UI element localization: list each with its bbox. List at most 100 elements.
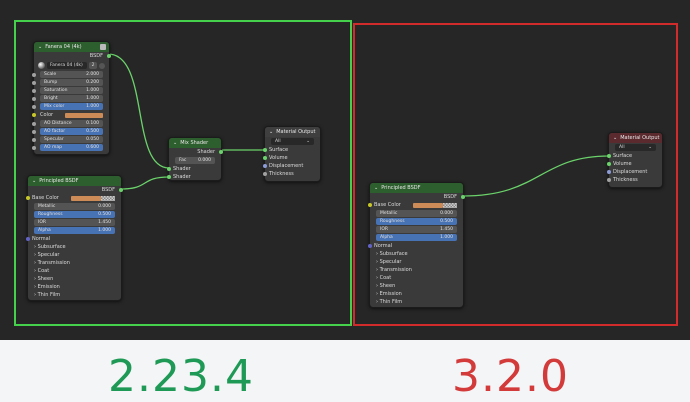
input-surface[interactable]: Surface xyxy=(607,152,662,160)
input-base-color[interactable]: Base Color xyxy=(368,201,463,209)
socket-ao-factor[interactable] xyxy=(32,129,36,134)
socket-bsdf-out[interactable] xyxy=(461,195,465,199)
input-bump[interactable]: Bump 0.200 xyxy=(32,79,103,86)
input-ior[interactable]: IOR 1.450 xyxy=(34,219,115,226)
socket-bump[interactable] xyxy=(32,80,36,85)
panel-thin-film[interactable]: › Thin Film xyxy=(370,298,463,306)
principled-bsdf-node-right[interactable]: ⌄ Principled BSDF BSDF Base Color Metalli… xyxy=(368,182,465,308)
input-ao-map[interactable]: AO map 0.600 xyxy=(32,144,103,151)
socket-thickness[interactable] xyxy=(263,172,267,176)
socket-shader-1[interactable] xyxy=(167,167,171,171)
socket-normal[interactable] xyxy=(26,237,30,241)
input-alpha[interactable]: Alpha 1.000 xyxy=(34,227,115,234)
socket-normal[interactable] xyxy=(368,244,372,248)
input-volume[interactable]: Volume xyxy=(607,160,662,168)
target-select[interactable]: All ⌄ xyxy=(615,144,656,151)
chevron-down-icon[interactable]: ⌄ xyxy=(269,127,273,137)
panel-sheen[interactable]: › Sheen xyxy=(370,282,463,290)
fake-user-icon[interactable] xyxy=(99,62,105,69)
input-ao-distance[interactable]: AO Distance 0.100 xyxy=(32,120,103,127)
input-metallic[interactable]: Metallic 0.000 xyxy=(34,203,115,210)
panel-coat[interactable]: › Coat xyxy=(28,267,121,275)
chevron-down-icon[interactable]: ⌄ xyxy=(613,133,617,143)
node-header[interactable]: ⌄ Material Output xyxy=(609,133,662,143)
socket-shader-2[interactable] xyxy=(167,175,171,179)
socket-saturation[interactable] xyxy=(32,88,36,93)
node-group-icon[interactable] xyxy=(100,44,106,50)
node-header[interactable]: ⌄ Fanera 04 (4k) xyxy=(34,42,109,52)
color-swatch[interactable] xyxy=(65,112,103,118)
socket-displacement[interactable] xyxy=(607,170,611,174)
color-swatch[interactable] xyxy=(413,202,443,208)
panel-thin-film[interactable]: › Thin Film xyxy=(28,291,121,299)
socket-color[interactable] xyxy=(32,113,36,117)
panel-subsurface[interactable]: › Subsurface xyxy=(28,243,121,251)
chevron-down-icon[interactable]: ⌄ xyxy=(32,176,36,186)
input-normal[interactable]: Normal xyxy=(368,242,463,250)
input-alpha[interactable]: Alpha 1.000 xyxy=(376,234,457,241)
input-ior[interactable]: IOR 1.450 xyxy=(376,226,457,233)
panel-coat[interactable]: › Coat xyxy=(370,274,463,282)
panel-transmission[interactable]: › Transmission xyxy=(28,259,121,267)
socket-shader-out[interactable] xyxy=(219,150,223,154)
node-header[interactable]: ⌄ Material Output xyxy=(265,127,320,137)
socket-ao-map[interactable] xyxy=(32,145,36,150)
input-thickness[interactable]: Thickness xyxy=(263,170,320,178)
socket-surface[interactable] xyxy=(263,148,267,152)
socket-bsdf-out[interactable] xyxy=(107,54,111,58)
socket-base-color[interactable] xyxy=(26,196,30,200)
input-roughness[interactable]: Roughness 0.500 xyxy=(376,218,457,225)
socket-volume[interactable] xyxy=(607,162,611,166)
input-displacement[interactable]: Displacement xyxy=(607,168,662,176)
material-output-node-right[interactable]: ⌄ Material Output All ⌄ Surface Volume Dis… xyxy=(607,132,663,188)
panel-emission[interactable]: › Emission xyxy=(370,290,463,298)
socket-thickness[interactable] xyxy=(607,178,611,182)
input-saturation[interactable]: Saturation 1.000 xyxy=(32,87,103,94)
input-scale[interactable]: Scale 2.000 xyxy=(32,71,103,78)
chevron-down-icon[interactable]: ⌄ xyxy=(38,42,42,52)
input-mix-color[interactable]: Mix color 1.000 xyxy=(32,103,103,110)
socket-specular[interactable] xyxy=(32,137,36,142)
target-select[interactable]: All ⌄ xyxy=(271,138,314,145)
socket-bright[interactable] xyxy=(32,96,36,101)
input-volume[interactable]: Volume xyxy=(263,154,320,162)
socket-volume[interactable] xyxy=(263,156,267,160)
panel-transmission[interactable]: › Transmission xyxy=(370,266,463,274)
principled-bsdf-node-left[interactable]: ⌄ Principled BSDF BSDF Base Color Metalli… xyxy=(26,175,123,301)
input-ao-factor[interactable]: AO factor 0.500 xyxy=(32,128,103,135)
group-datablock[interactable]: Fanera 04 (4k) 2 xyxy=(38,61,105,70)
input-surface[interactable]: Surface xyxy=(263,146,320,154)
socket-base-color[interactable] xyxy=(368,203,372,207)
fanera-group-node[interactable]: ⌄ Fanera 04 (4k) BSDF Fanera 04 (4k) 2 Sc… xyxy=(32,41,111,155)
input-color[interactable]: Color xyxy=(32,111,109,119)
panel-sheen[interactable]: › Sheen xyxy=(28,275,121,283)
input-base-color[interactable]: Base Color xyxy=(26,194,121,202)
node-header[interactable]: ⌄ Mix Shader xyxy=(169,138,221,148)
socket-ao-distance[interactable] xyxy=(32,121,36,126)
input-roughness[interactable]: Roughness 0.500 xyxy=(34,211,115,218)
input-fac[interactable]: Fac 0.000 xyxy=(175,157,215,164)
material-output-node-left[interactable]: ⌄ Material Output All ⌄ Surface Volume Dis… xyxy=(263,126,321,182)
panel-specular[interactable]: › Specular xyxy=(28,251,121,259)
input-shader-2[interactable]: Shader xyxy=(167,173,221,181)
panel-emission[interactable]: › Emission xyxy=(28,283,121,291)
input-specular[interactable]: Specular 0.050 xyxy=(32,136,103,143)
input-metallic[interactable]: Metallic 0.000 xyxy=(376,210,457,217)
input-normal[interactable]: Normal xyxy=(26,235,121,243)
node-header[interactable]: ⌄ Principled BSDF xyxy=(28,176,121,186)
panel-subsurface[interactable]: › Subsurface xyxy=(370,250,463,258)
input-bright[interactable]: Bright 1.000 xyxy=(32,95,103,102)
socket-bsdf-out[interactable] xyxy=(119,188,123,192)
panel-specular[interactable]: › Specular xyxy=(370,258,463,266)
socket-scale[interactable] xyxy=(32,72,36,77)
mix-shader-node[interactable]: ⌄ Mix Shader Shader Fac 0.000 Shader Shade… xyxy=(167,137,223,181)
group-name-field[interactable]: Fanera 04 (4k) xyxy=(47,62,87,69)
socket-displacement[interactable] xyxy=(263,164,267,168)
color-swatch[interactable] xyxy=(71,195,101,201)
chevron-down-icon[interactable]: ⌄ xyxy=(374,183,378,193)
chevron-down-icon[interactable]: ⌄ xyxy=(173,138,177,148)
node-header[interactable]: ⌄ Principled BSDF xyxy=(370,183,463,193)
input-thickness[interactable]: Thickness xyxy=(607,176,662,184)
input-displacement[interactable]: Displacement xyxy=(263,162,320,170)
input-shader-1[interactable]: Shader xyxy=(167,165,221,173)
